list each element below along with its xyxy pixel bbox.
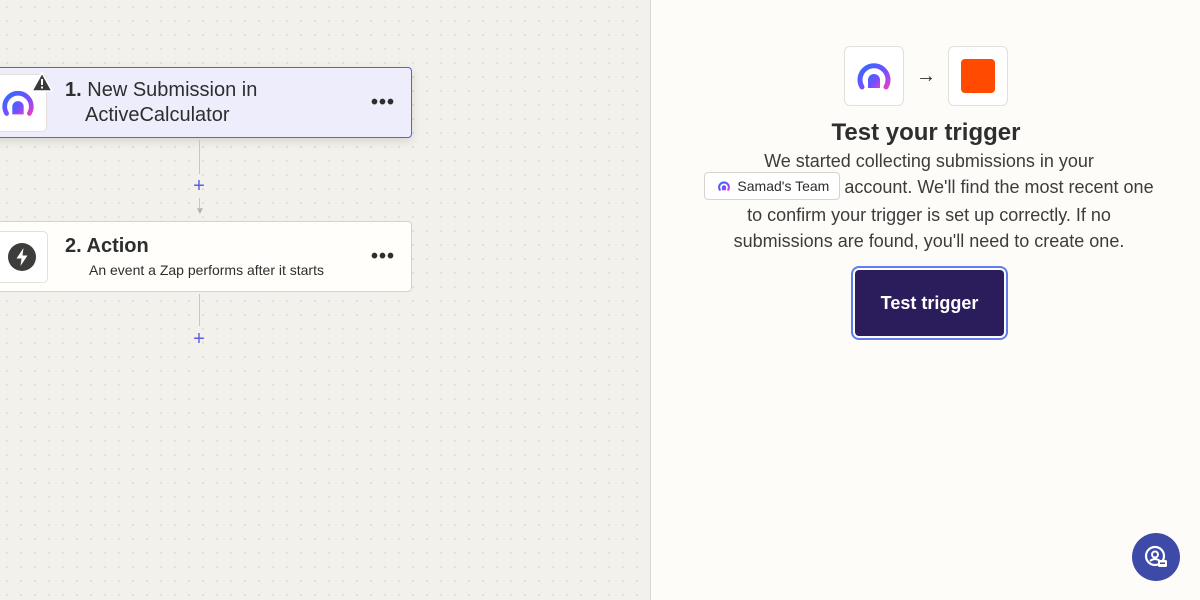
warning-triangle-icon (31, 72, 53, 92)
panel-title: Test your trigger (831, 119, 1021, 146)
team-chip: Samad's Team (704, 172, 841, 201)
test-trigger-button[interactable]: Test trigger (855, 270, 1004, 336)
add-step-button[interactable]: + (190, 176, 208, 196)
help-chat-button[interactable] (1132, 533, 1180, 581)
help-chat-icon (1144, 545, 1167, 567)
action-step-menu-button[interactable]: ••• (371, 245, 395, 268)
add-step-button[interactable]: + (190, 329, 208, 349)
trigger-step-card[interactable]: 1. New Submission in ActiveCalculator ••… (0, 67, 412, 138)
flow-to-app-box (948, 46, 1008, 106)
zapier-orange-square-icon (961, 59, 995, 93)
flow-from-app-box (844, 46, 904, 106)
zap-canvas[interactable]: 1. New Submission in ActiveCalculator ••… (0, 0, 651, 600)
lightning-bolt-icon (8, 242, 36, 271)
flow-arrow-icon: → (916, 64, 936, 87)
action-step-title: 2. Action (65, 234, 351, 259)
trigger-step-title-line1: New Submission in (87, 79, 258, 101)
trigger-step-text: 1. New Submission in ActiveCalculator (65, 78, 351, 128)
trigger-step-title: 1. New Submission in (65, 78, 351, 103)
desc-before-text: We started collecting submissions in you… (764, 151, 1094, 171)
trigger-step-number: 1. (65, 79, 82, 101)
app-flow-diagram: → (844, 46, 1008, 106)
action-app-icon-box (0, 230, 48, 283)
trigger-step-title-line2: ActiveCalculator (85, 104, 230, 126)
action-step-number: 2. (65, 235, 82, 257)
activecalculator-logo-icon (718, 181, 731, 192)
test-trigger-panel: → Test your trigger We started collectin… (652, 0, 1200, 600)
action-step-subtitle: An event a Zap performs after it starts (89, 262, 324, 278)
team-chip-label: Samad's Team (737, 178, 830, 195)
connector-arrow-icon: ▼ (195, 206, 205, 217)
step-connector-line (199, 140, 200, 174)
action-step-card[interactable]: 2. Action An event a Zap performs after … (0, 221, 412, 292)
action-step-title-text: Action (86, 235, 149, 257)
trigger-step-menu-button[interactable]: ••• (371, 91, 395, 114)
panel-description: We started collecting submissions in you… (704, 148, 1154, 254)
action-step-text: 2. Action An event a Zap performs after … (65, 234, 351, 278)
step-connector-line (199, 294, 200, 326)
activecalculator-logo-icon (857, 63, 891, 90)
